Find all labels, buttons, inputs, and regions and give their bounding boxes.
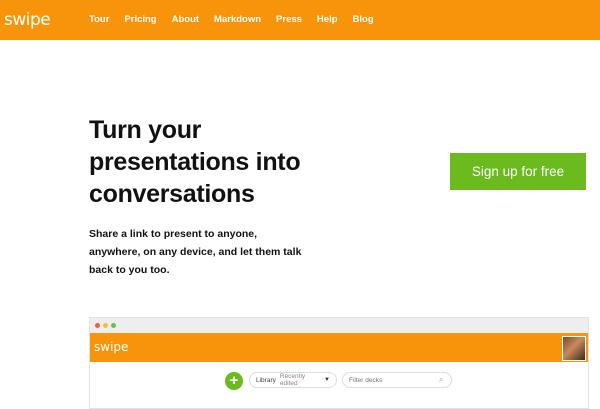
search-icon: ⌕ <box>439 375 444 384</box>
hero-title: Turn your presentations into conversatio… <box>89 114 349 210</box>
nav-link-about[interactable]: About <box>172 14 199 25</box>
top-navbar: swipe Tour Pricing About Markdown Press … <box>0 0 600 40</box>
hero-title-line: conversations <box>89 180 255 208</box>
nav-link-blog[interactable]: Blog <box>353 14 374 25</box>
nav-link-tour[interactable]: Tour <box>89 14 109 25</box>
hero-subtitle-line: Share a link to present to anyone, <box>89 228 258 240</box>
close-dot-icon <box>95 323 100 328</box>
hero-subtitle-line: anywhere, on any device, and let them ta… <box>89 246 302 258</box>
nav-links: Tour Pricing About Markdown Press Help B… <box>89 14 389 25</box>
library-select: Library Recently edited ▼ <box>249 372 337 388</box>
nav-link-markdown[interactable]: Markdown <box>214 14 261 25</box>
library-value: Recently edited <box>279 373 306 387</box>
nav-link-press[interactable]: Press <box>276 14 302 25</box>
library-label: Library <box>256 376 276 384</box>
app-toolbar: + Library Recently edited ▼ ⌕ <box>90 370 588 392</box>
hero-subtitle: Share a link to present to anyone, anywh… <box>89 225 319 279</box>
brand-logo[interactable]: swipe <box>4 10 51 30</box>
filter-decks-input <box>342 372 452 388</box>
nav-link-pricing[interactable]: Pricing <box>124 14 156 25</box>
minimize-dot-icon <box>103 323 108 328</box>
app-logo: swipe <box>94 340 129 354</box>
nav-link-help[interactable]: Help <box>317 14 338 25</box>
signup-button[interactable]: Sign up for free <box>450 153 586 190</box>
chevron-down-icon: ▼ <box>324 377 330 383</box>
app-preview: swipe + Library Recently edited ▼ ⌕ <box>89 317 589 409</box>
app-header: swipe <box>90 333 588 362</box>
maximize-dot-icon <box>111 323 116 328</box>
plus-icon: + <box>225 372 243 390</box>
hero-title-line: presentations into <box>89 148 301 176</box>
avatar <box>562 336 586 361</box>
browser-chrome <box>90 318 588 333</box>
hero-subtitle-line: back to you too. <box>89 264 170 276</box>
hero-title-line: Turn your <box>89 116 202 144</box>
